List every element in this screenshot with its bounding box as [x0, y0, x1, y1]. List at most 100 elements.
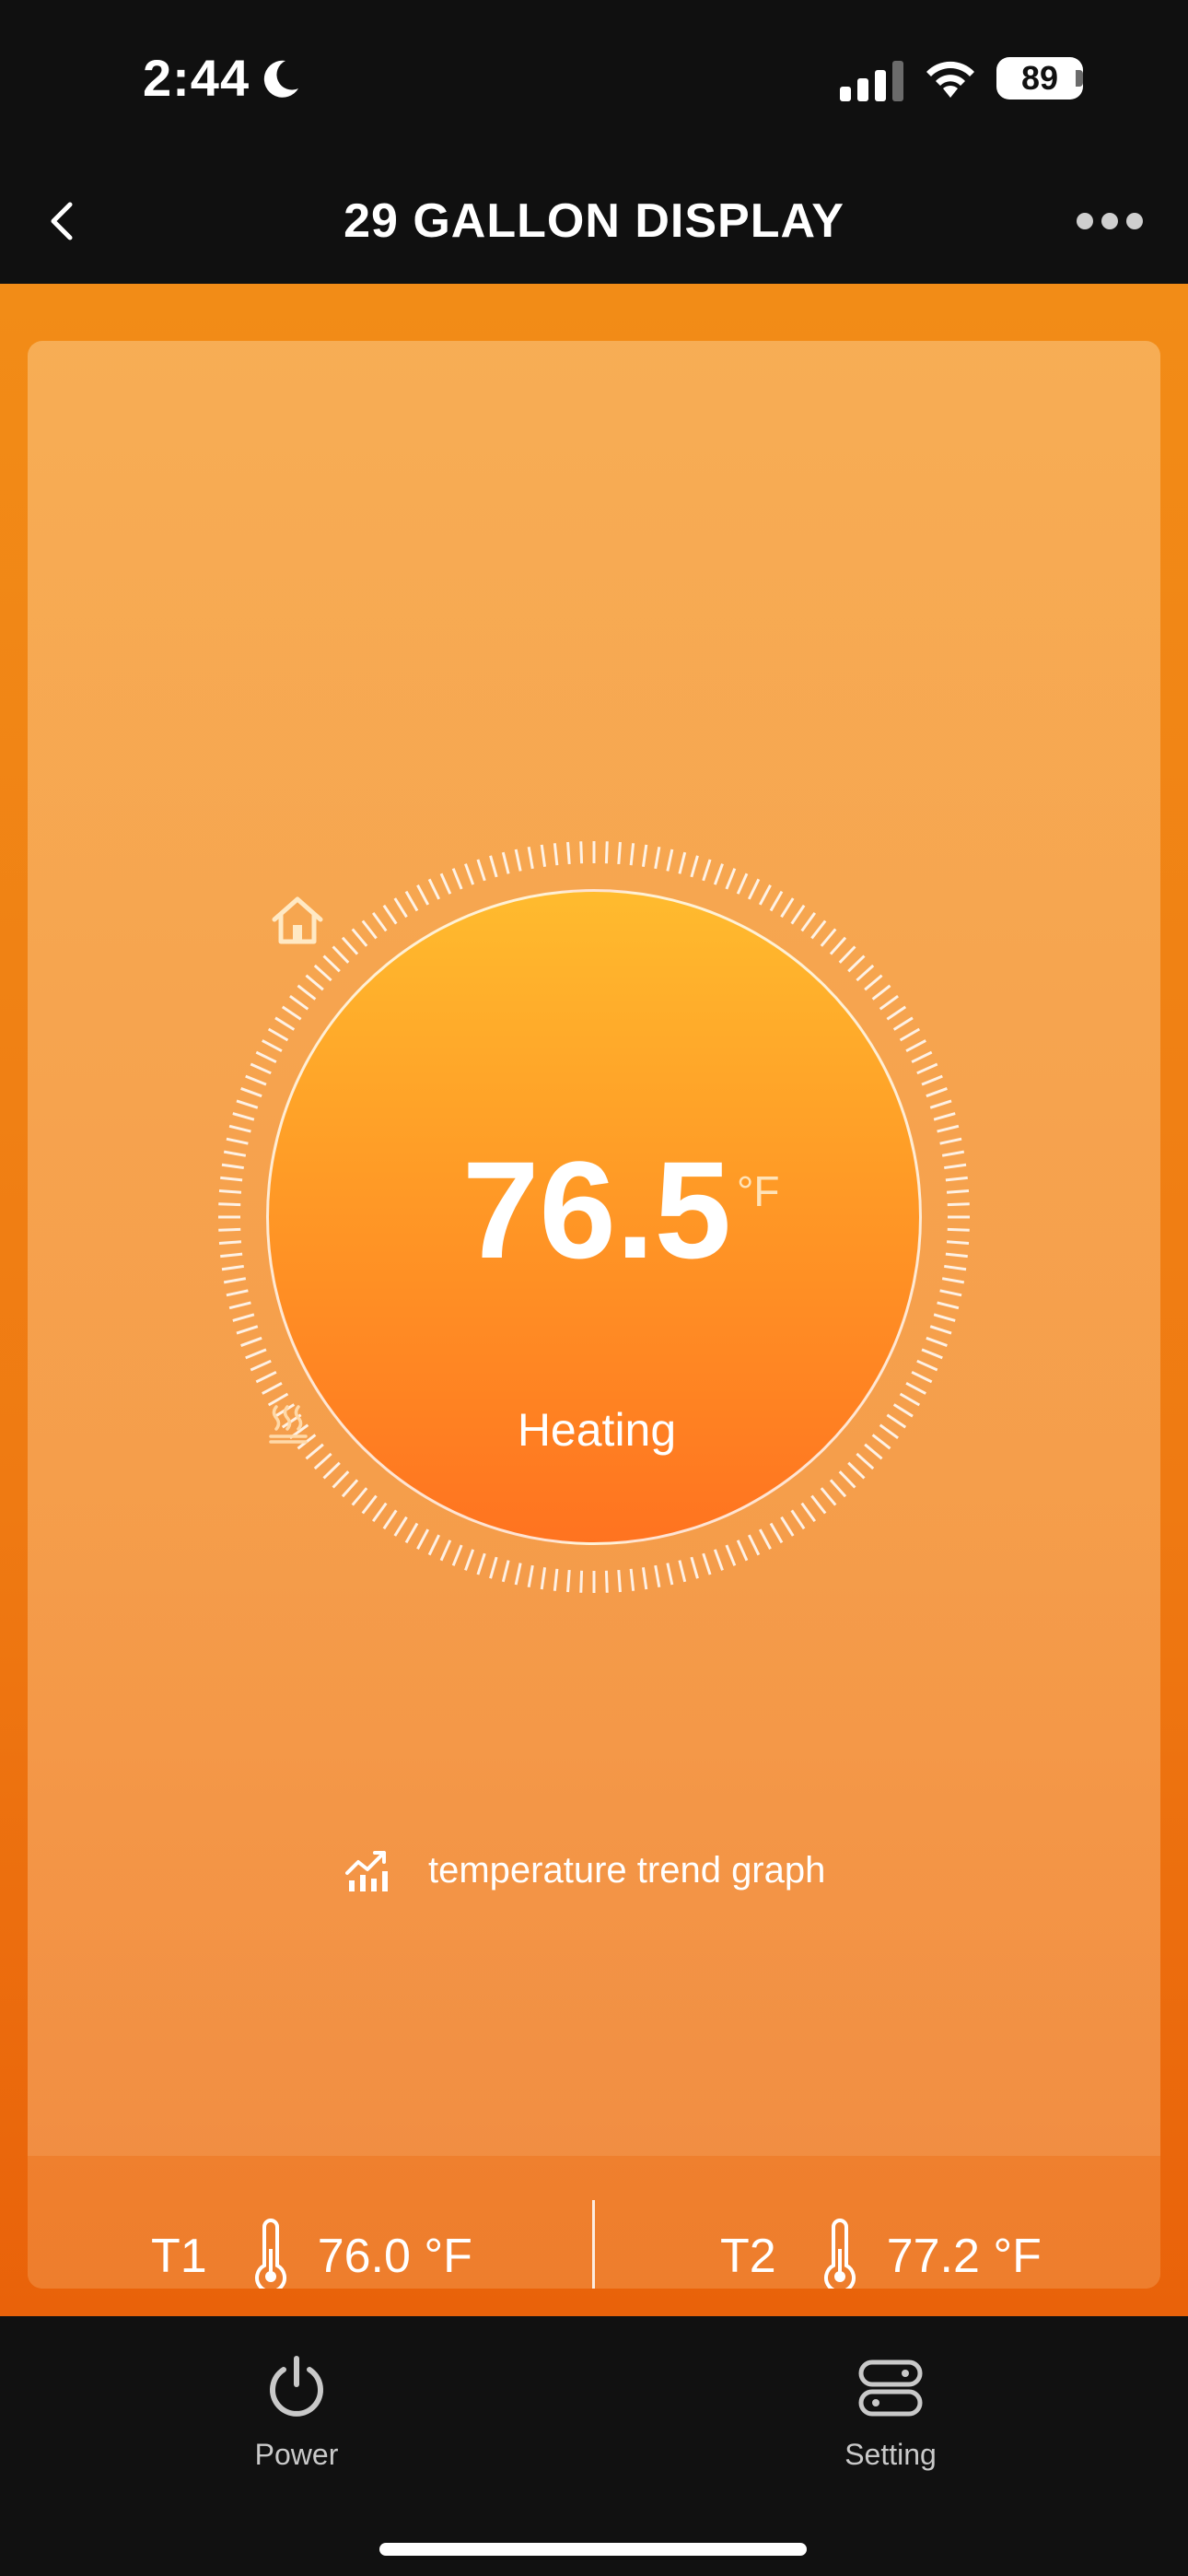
dial-tick	[929, 1325, 952, 1335]
probe-t1-name: T1	[151, 2230, 207, 2283]
dial-tick	[933, 1313, 956, 1322]
dial-tick	[905, 1381, 926, 1395]
temperature-dial[interactable]: 76.5 °F Heating	[215, 838, 973, 1596]
current-temperature: 76.5	[462, 1132, 731, 1287]
dial-tick	[629, 1568, 635, 1591]
dial-tick	[838, 945, 856, 964]
home-indicator[interactable]	[379, 2543, 807, 2556]
dial-tick	[654, 846, 661, 870]
dial-tick	[393, 897, 408, 919]
dial-tick	[218, 1202, 241, 1207]
dial-tick	[322, 1461, 341, 1480]
dial-tick	[566, 1569, 571, 1593]
dial-tick	[393, 1516, 408, 1537]
dial-tick	[527, 1564, 534, 1588]
dial-tick	[297, 984, 317, 1001]
dial-tick	[690, 1556, 699, 1579]
trend-chart-icon	[345, 1851, 388, 1891]
temperature-trend-link[interactable]: temperature trend graph	[345, 1843, 825, 1898]
probe-t2-name: T2	[720, 2230, 776, 2283]
dial-tick	[236, 1099, 259, 1109]
dial-tick	[540, 1567, 547, 1590]
power-label: Power	[254, 2438, 339, 2471]
dial-tick	[629, 843, 635, 866]
dial-tick	[371, 1502, 388, 1522]
dial-tick	[937, 1301, 960, 1310]
dial-tick	[946, 1189, 970, 1194]
dial-tick	[604, 841, 609, 864]
dial-tick	[780, 897, 795, 919]
more-dots-icon	[1077, 213, 1143, 229]
dial-tick	[218, 1227, 241, 1232]
dial-tick	[847, 954, 866, 973]
dial-tick	[810, 1494, 827, 1515]
dial-tick	[911, 1050, 933, 1064]
trend-label: temperature trend graph	[428, 1849, 826, 1891]
dial-tick	[322, 954, 341, 973]
dial-tick	[713, 863, 724, 885]
dial-tick	[218, 1240, 242, 1245]
battery-level: 89	[1020, 59, 1059, 97]
dial-tick	[262, 1039, 283, 1053]
dial-tick	[871, 984, 891, 1001]
dial-tick	[790, 1509, 806, 1530]
tab-bar: Power Setting	[0, 2316, 1188, 2576]
dial-tick	[758, 1528, 772, 1550]
dial-tick	[678, 851, 687, 874]
dial-tick	[713, 1549, 724, 1571]
dial-tick	[228, 1301, 251, 1310]
dial-tick	[464, 863, 475, 885]
dial-tick	[223, 1150, 247, 1157]
dial-tick	[579, 841, 584, 864]
dial-tick	[641, 844, 648, 867]
dial-tick	[476, 859, 486, 882]
more-options-button[interactable]	[1068, 193, 1151, 249]
dial-tick	[245, 1074, 267, 1086]
heat-waves-icon	[269, 1405, 308, 1444]
page-title: 29 GALLON DISPLAY	[344, 194, 844, 248]
dial-tick	[579, 1570, 584, 1593]
dial-tick	[553, 843, 559, 866]
dial-tick	[404, 890, 419, 912]
dial-tick	[856, 964, 875, 982]
temperature-unit: °F	[737, 1167, 780, 1215]
dial-tick	[262, 1381, 283, 1395]
dial-tick	[313, 964, 332, 982]
dial-tick	[245, 1348, 267, 1360]
dial-tick	[864, 974, 883, 991]
dial-tick	[725, 868, 737, 890]
dial-tick	[769, 1522, 784, 1544]
battery-icon: 89	[996, 57, 1083, 100]
main-panel: 76.5 °F Heating temperature trend graph …	[0, 284, 1188, 2316]
probe-t1: T1 76.0 °F	[151, 2215, 472, 2289]
probe-readings-bar: T1 76.0 °F T2 77.2 °F	[28, 2156, 1160, 2289]
dial-tick	[654, 1564, 661, 1588]
dial-tick	[945, 1252, 968, 1259]
dial-tick	[604, 1570, 609, 1593]
dial-tick	[451, 1544, 463, 1566]
dial-tick	[289, 994, 309, 1011]
dial-tick	[666, 849, 674, 872]
dial-tick	[341, 936, 359, 955]
power-icon	[270, 2356, 323, 2417]
screen: 2:44 89 29 GALLON DISPLAY 76.5 °F Heatin…	[0, 0, 1188, 2576]
dial-tick	[236, 1325, 259, 1335]
dial-tick	[267, 1027, 289, 1042]
dial-tick	[332, 1470, 350, 1489]
dial-tick	[382, 904, 398, 925]
dial-tick	[678, 1560, 687, 1583]
probe-t2: T2 77.2 °F	[720, 2215, 1042, 2289]
dial-tick	[820, 1487, 837, 1506]
setting-button[interactable]: Setting	[752, 2355, 1029, 2472]
dial-tick	[838, 1470, 856, 1489]
dial-tick	[361, 919, 378, 940]
dial-tick	[944, 1163, 967, 1170]
dial-tick	[829, 936, 847, 955]
heating-label: Heating	[517, 1404, 677, 1456]
dial-tick	[540, 844, 547, 867]
dial-tick	[947, 1227, 970, 1232]
dial-tick	[946, 1240, 970, 1245]
dial-tick	[351, 1487, 368, 1506]
dial-tick	[916, 1062, 938, 1075]
power-button[interactable]: Power	[158, 2355, 435, 2472]
